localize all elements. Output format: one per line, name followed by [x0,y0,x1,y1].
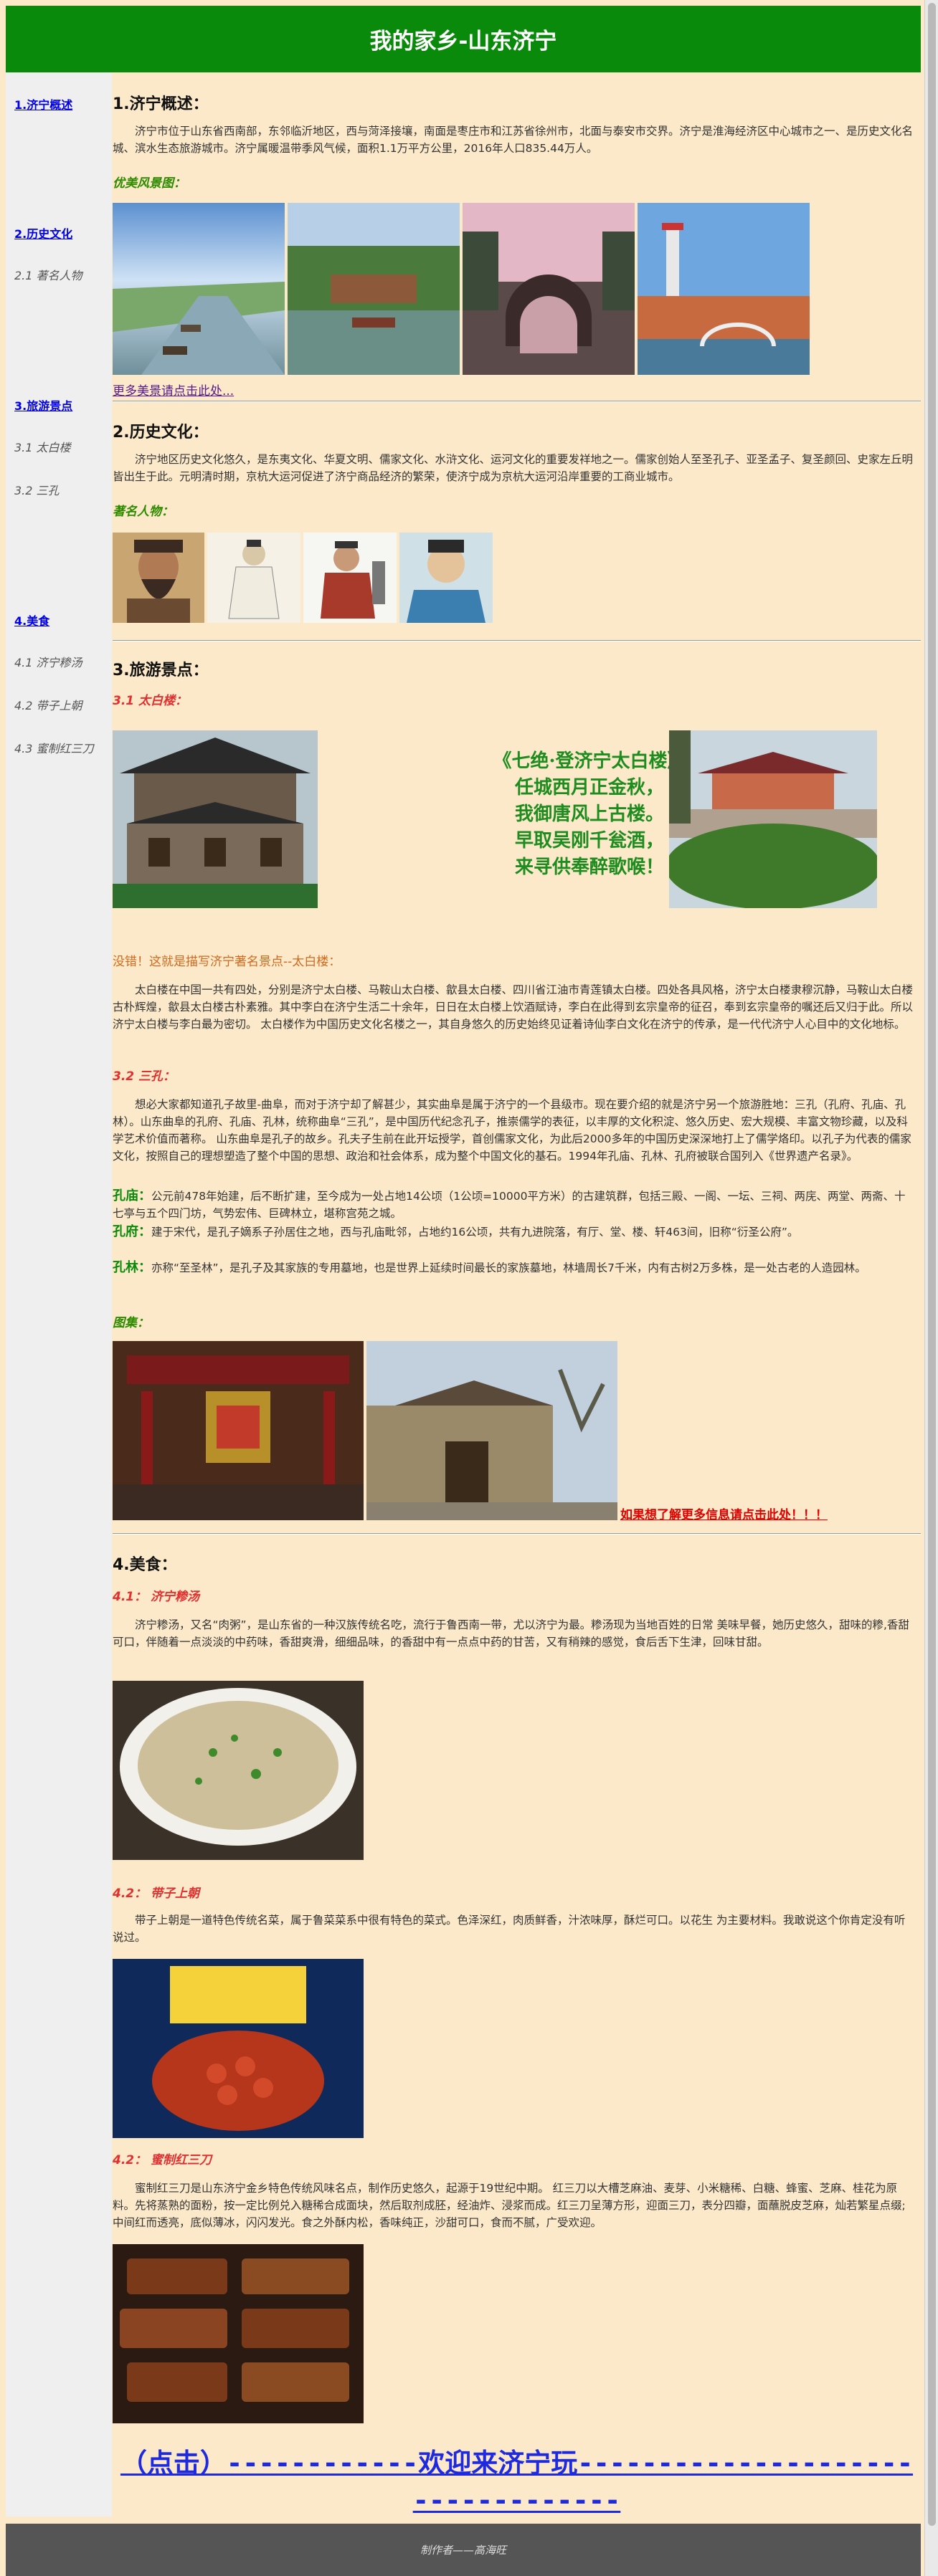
kongmiao-text: 公元前478年始建，后不断扩建，至今成为一处占地14公顷（1公顷=10000平方… [113,1190,906,1220]
footer-author: 制作者——高海旺 [420,2544,506,2557]
shen-soup-subtitle: 4.1： 济宁糁汤 [113,1590,200,1604]
hong-sandao-subtitle: 4.2： 蜜制红三刀 [113,2153,212,2167]
page-title: 我的家乡-山东济宁 [369,29,557,54]
divider [113,401,921,402]
welcome-link[interactable]: （点击）------------欢迎来济宁玩------------------… [113,2445,921,2519]
welcome-link-text[interactable]: （点击）------------欢迎来济宁玩------------------… [120,2448,913,2516]
nav-attractions-link[interactable]: 3.旅游景点 [14,396,72,414]
portrait-confucius[interactable] [113,533,204,623]
sankong-pics-label: 图集： [113,1316,149,1330]
sankong-text: 想必大家都知道孔子故里-曲阜，而对于济宁却了解甚少，其实曲阜是属于济宁的一个县级… [113,1098,911,1163]
kongmiao-label: 孔庙： [113,1188,151,1203]
more-scenery-link[interactable]: 更多美景请点击此处... [113,381,234,399]
sankong-subtitle: 3.2 三孔： [113,1069,176,1084]
kongfu-label: 孔府： [113,1224,151,1239]
site-header: 我的家乡-山东济宁 [6,6,921,72]
site-footer: 制作者——高海旺 [6,2524,921,2576]
history-text: 济宁地区历史文化悠久，是东夷文化、华夏文明、儒家文化、水浒文化、运河文化的重要发… [113,453,914,483]
taibai-intro: 没错！这就是描写济宁著名景点--太白楼： [113,955,341,969]
hong-sandao-photo[interactable] [113,2244,364,2423]
scenery-photo-lake[interactable] [288,203,460,375]
kongmiao-hall-photo[interactable] [113,1341,364,1520]
daizi-shangchao-photo[interactable]: ​ [113,1959,364,2138]
overview-text: 济宁市位于山东省西南部，东邻临沂地区，西与菏泽接壤，南面是枣庄市和江苏省徐州市，… [113,125,914,155]
nav-hong-sandao[interactable]: 4.3 蜜制红三刀 [14,739,94,756]
portrait-mencius[interactable] [207,533,300,623]
section-food-title: 4.美食： [113,1556,177,1574]
nav-history-link[interactable]: 2.历史文化 [14,224,72,242]
taibai-subtitle: 3.1 太白楼： [113,694,188,708]
taibai-tower-photo[interactable] [113,730,318,908]
taibai-garden-photo[interactable] [669,730,877,908]
daizi-text: 带子上朝是一道特色传统名菜，属于鲁菜菜系中很有特色的菜式。色泽深红，肉质鲜香，汁… [113,1914,906,1944]
divider [113,640,921,641]
hong-sandao-text: 蜜制红三刀是山东济宁金乡特色传统风味名点，制作历史悠久，起源于19世纪中期。 红… [113,2182,906,2229]
portrait-yanhui[interactable] [303,533,397,623]
kongmiao-paragraph: 孔庙：公元前478年始建，后不断扩建，至今成为一处占地14公顷（1公顷=1000… [113,1188,916,1222]
divider [113,1533,921,1535]
section-attractions-title: 3.旅游景点： [113,662,209,679]
sidebar-nav: 1.济宁概述 2.历史文化 2.1 著名人物 3.旅游景点 3.1 太白楼 3.… [6,72,112,2517]
nav-daizi-shangchao[interactable]: 4.2 带子上朝 [14,696,82,713]
nav-sankong[interactable]: 3.2 三孔 [14,481,60,498]
nav-overview-link[interactable]: 1.济宁概述 [14,95,72,113]
sankong-more-info-link[interactable]: 如果想了解更多信息请点击此处！！！ [620,1504,828,1522]
scenery-photo-tower[interactable] [638,203,810,375]
page: 我的家乡-山东济宁 1.济宁概述 2.历史文化 2.1 著名人物 3.旅游景点 … [0,0,938,2576]
section-overview-title: 1.济宁概述： [113,95,209,113]
konglin-text: 亦称“至圣林”，是孔子及其家族的专用墓地，也是世界上延续时间最长的家族墓地，林墙… [151,1261,866,1274]
kongfu-text: 建于宋代，是孔子嫡系子孙居住之地，西与孔庙毗邻，占地约16公顷，共有九进院落，有… [151,1226,799,1239]
shen-soup-text: 济宁糁汤，又名“肉粥”，是山东省的一种汉族传统名吃，流行于鲁西南一带，尤以济宁为… [113,1618,909,1649]
nav-famous-people[interactable]: 2.1 著名人物 [14,266,82,283]
kongfu-gate-photo[interactable] [366,1341,617,1520]
vertical-scrollbar[interactable] [924,0,938,2576]
nav-shen-soup[interactable]: 4.1 济宁糁汤 [14,653,82,670]
nav-food-link[interactable]: 4.美食 [14,611,49,629]
daizi-subtitle: 4.2： 带子上朝 [113,1886,200,1901]
shen-soup-photo[interactable] [113,1681,364,1860]
portrait-zuoqiuming[interactable] [399,533,493,623]
nav-taibai-tower[interactable]: 3.1 太白楼 [14,438,71,455]
scenery-photo-bridge[interactable] [463,203,635,375]
konglin-paragraph: 孔林：亦称“至圣林”，是孔子及其家族的专用墓地，也是世界上延续时间最长的家族墓地… [113,1259,916,1277]
kongfu-paragraph: 孔府：建于宋代，是孔子嫡系子孙居住之地，西与孔庙毗邻，占地约16公顷，共有九进院… [113,1223,916,1241]
konglin-label: 孔林： [113,1260,151,1275]
scenery-label: 优美风景图： [113,176,186,191]
famous-people-label: 著名人物： [113,505,174,519]
section-history-title: 2.历史文化： [113,424,209,442]
taibai-text: 太白楼在中国一共有四处，分别是济宁太白楼、马鞍山太白楼、歙县太白楼、四川省江油市… [113,983,914,1031]
scenery-photo-canal[interactable] [113,203,285,375]
scrollbar-thumb[interactable] [928,3,936,2526]
